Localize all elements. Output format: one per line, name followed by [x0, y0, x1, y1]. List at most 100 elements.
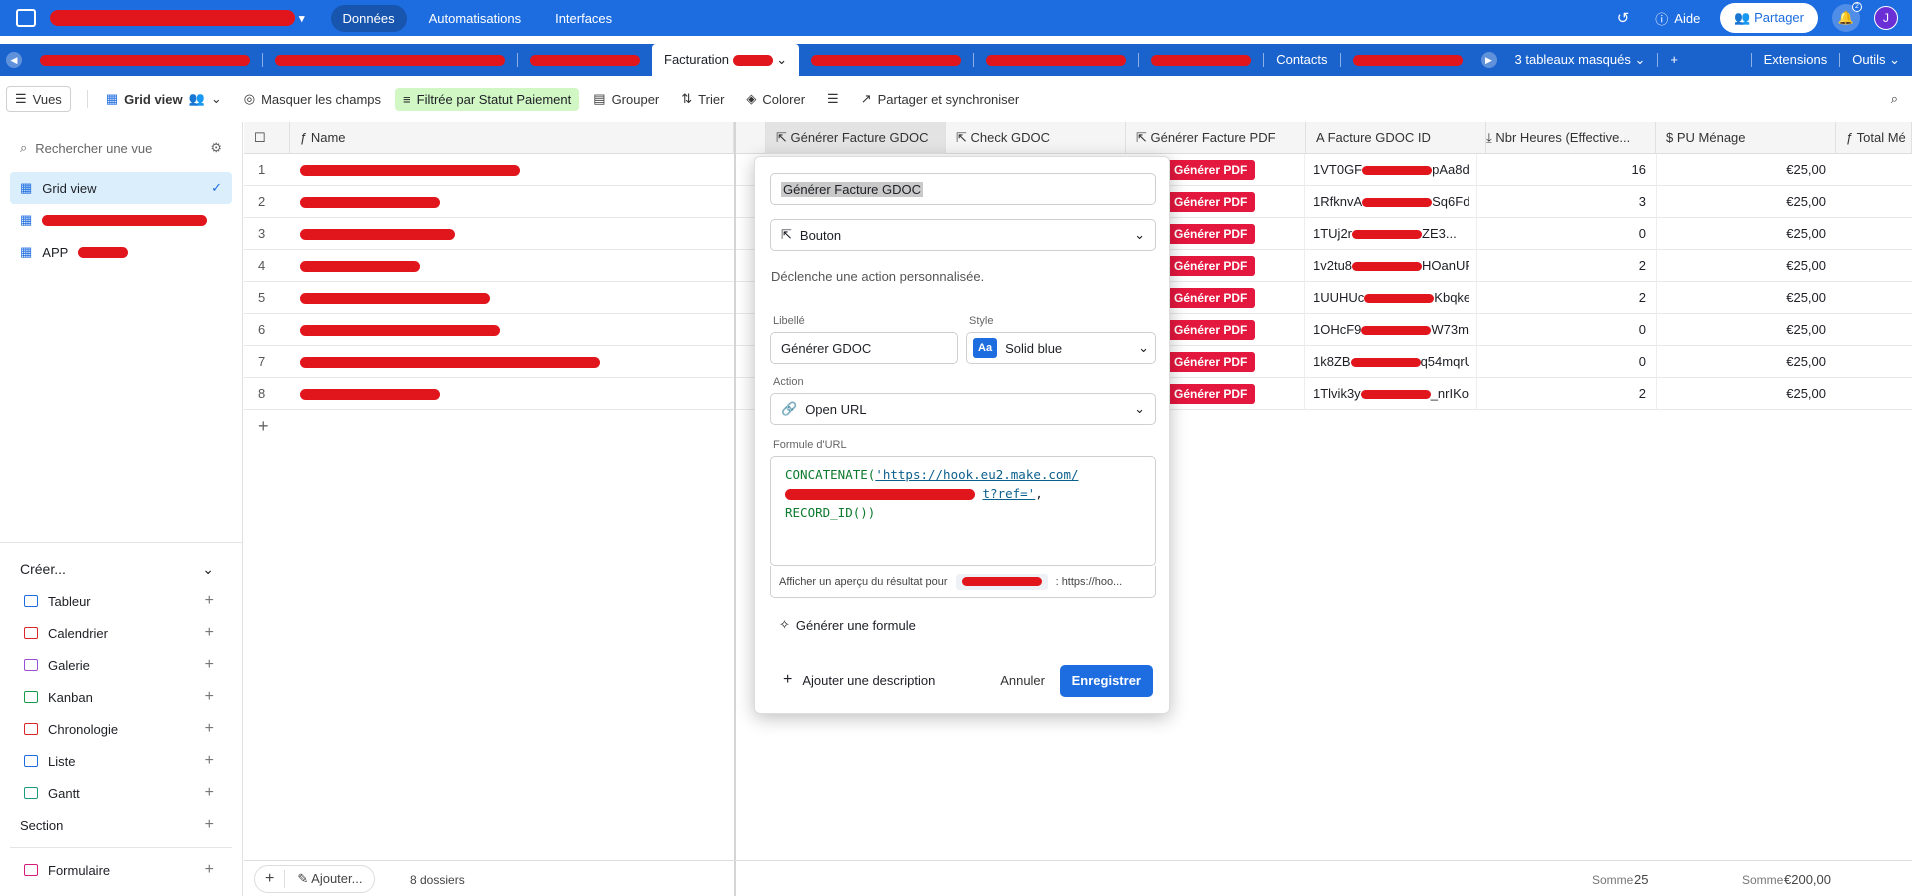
generate-pdf-button[interactable]: Générer PDF — [1166, 192, 1256, 212]
tabs-scroll-left-icon[interactable]: ◀ — [6, 52, 22, 68]
column-header-nbr-heures[interactable]: ⤓ Nbr Heures (Effective... — [1476, 122, 1656, 154]
name-cell[interactable] — [300, 346, 600, 378]
plus-icon[interactable]: + — [255, 870, 286, 888]
nbr-heures-cell[interactable]: 2 — [1476, 378, 1646, 410]
pu-menage-cell[interactable]: €25,00 — [1656, 282, 1826, 314]
pu-menage-cell[interactable]: €25,00 — [1656, 250, 1826, 282]
nbr-heures-cell[interactable]: 0 — [1476, 218, 1646, 250]
add-description-button[interactable]: + Ajouter une description — [783, 671, 935, 689]
facture-gdoc-id-cell[interactable]: 1TUj2r ZE3... — [1304, 218, 1469, 250]
hidden-tables-dropdown[interactable]: 3 tableaux masqués ⌄ — [1503, 44, 1658, 76]
sidebar-view-grid-view[interactable]: ▦ Grid view ✓ — [10, 172, 232, 204]
sort-button[interactable]: ⇅ Trier — [673, 87, 732, 111]
pu-menage-cell[interactable]: €25,00 — [1656, 218, 1826, 250]
create-kanban[interactable]: Kanban + — [0, 681, 242, 713]
search-icon[interactable]: ⌕ — [1891, 91, 1898, 107]
tabs-scroll-right-icon[interactable]: ▶ — [1480, 52, 1497, 68]
nbr-heures-cell[interactable]: 3 — [1476, 186, 1646, 218]
color-button[interactable]: ◈ Colorer — [738, 87, 813, 111]
column-header-total[interactable]: ƒ Total Mé — [1836, 122, 1912, 154]
name-cell[interactable] — [300, 378, 440, 410]
generate-pdf-button[interactable]: Générer PDF — [1166, 160, 1256, 180]
nbr-heures-cell[interactable]: 2 — [1476, 250, 1646, 282]
cancel-button[interactable]: Annuler — [1000, 665, 1045, 697]
generate-pdf-button[interactable]: Générer PDF — [1166, 384, 1256, 404]
notifications-button[interactable]: 🔔 2 — [1832, 2, 1862, 32]
nav-interfaces[interactable]: Interfaces — [543, 5, 624, 32]
gear-icon[interactable]: ⚙ — [210, 140, 222, 156]
nbr-heures-cell[interactable]: 0 — [1476, 314, 1646, 346]
name-cell[interactable] — [300, 282, 490, 314]
name-cell[interactable] — [300, 186, 440, 218]
tab-redacted-7[interactable] — [1341, 44, 1475, 76]
history-icon[interactable]: ↺ — [1617, 9, 1630, 27]
nbr-heures-cell[interactable]: 16 — [1476, 154, 1646, 186]
name-cell[interactable] — [300, 250, 420, 282]
generate-pdf-button[interactable]: Générer PDF — [1166, 224, 1256, 244]
column-header-generer-facture-pdf[interactable]: ⇱ Générer Facture PDF — [1126, 122, 1306, 154]
generate-pdf-button[interactable]: Générer PDF — [1166, 288, 1256, 308]
ai-add-button[interactable]: ✎ Ajouter... — [285, 871, 374, 887]
frozen-column-divider[interactable] — [734, 122, 736, 896]
button-label-input[interactable]: Générer GDOC — [770, 332, 958, 364]
name-cell[interactable] — [300, 314, 500, 346]
avatar[interactable]: J — [1874, 6, 1898, 30]
group-button[interactable]: ▤ Grouper — [585, 87, 667, 111]
tools-button[interactable]: Outils ⌄ — [1840, 44, 1912, 76]
create-gantt[interactable]: Gantt + — [0, 777, 242, 809]
extensions-button[interactable]: Extensions — [1752, 44, 1840, 76]
nbr-heures-cell[interactable]: 0 — [1476, 346, 1646, 378]
facture-gdoc-id-cell[interactable]: 1RfknvA Sq6FdfKH... — [1304, 186, 1469, 218]
column-header-facture-gdoc-id[interactable]: A Facture GDOC ID — [1306, 122, 1486, 154]
button-style-select[interactable]: Aa Solid blue ⌄ — [966, 332, 1156, 364]
current-view-button[interactable]: ▦ Grid view 👥 ⌄ — [98, 87, 230, 111]
field-name-input[interactable]: Générer Facture GDOC — [770, 173, 1156, 205]
facture-gdoc-id-cell[interactable]: 1v2tu8 HOanUPk... — [1304, 250, 1469, 282]
field-type-select[interactable]: ⇱ Bouton ⌄ — [770, 219, 1156, 251]
tab-redacted-6[interactable] — [1139, 44, 1263, 76]
tab-contacts[interactable]: Contacts — [1264, 44, 1339, 76]
base-name[interactable]: ▾ — [50, 10, 305, 26]
generate-pdf-button[interactable]: Générer PDF — [1166, 352, 1256, 372]
create-calendrier[interactable]: Calendrier + — [0, 617, 242, 649]
column-header-pu-menage[interactable]: $ PU Ménage — [1656, 122, 1836, 154]
column-header-check-gdoc[interactable]: ⇱ Check GDOC — [946, 122, 1126, 154]
create-galerie[interactable]: Galerie + — [0, 649, 242, 681]
pu-menage-cell[interactable]: €25,00 — [1656, 378, 1826, 410]
facture-gdoc-id-cell[interactable]: 1k8ZB q54mqrU... — [1304, 346, 1469, 378]
facture-gdoc-id-cell[interactable]: 1Tlvik3y _nrIKo4jA... — [1304, 378, 1469, 410]
generate-formula-button[interactable]: ✧ Générer une formule — [779, 617, 916, 633]
tab-redacted-5[interactable] — [974, 44, 1138, 76]
tab-redacted-4[interactable] — [799, 44, 973, 76]
views-toggle-button[interactable]: ☰ Vues — [6, 86, 71, 112]
create-header[interactable]: Créer... ⌄ — [0, 553, 242, 585]
generate-pdf-button[interactable]: Générer PDF — [1166, 320, 1256, 340]
pu-menage-cell[interactable]: €25,00 — [1656, 186, 1826, 218]
create-liste[interactable]: Liste + — [0, 745, 242, 777]
tab-redacted-1[interactable] — [28, 44, 262, 76]
tab-redacted-3[interactable] — [518, 44, 652, 76]
add-table-button[interactable]: + — [1658, 44, 1690, 76]
create-chronologie[interactable]: Chronologie + — [0, 713, 242, 745]
hide-fields-button[interactable]: ◎ Masquer les champs — [236, 87, 389, 111]
save-button[interactable]: Enregistrer — [1059, 665, 1153, 697]
action-select[interactable]: 🔗 Open URL ⌄ — [770, 393, 1156, 425]
create-tableur[interactable]: Tableur + — [0, 585, 242, 617]
tab-facturation[interactable]: Facturation ⌄ — [652, 44, 800, 76]
view-search-input[interactable]: Rechercher une vue — [35, 141, 152, 156]
pu-menage-cell[interactable]: €25,00 — [1656, 314, 1826, 346]
create-formulaire[interactable]: Formulaire + — [0, 854, 242, 886]
facture-gdoc-id-cell[interactable]: 1OHcF9 W73mJ2... — [1304, 314, 1469, 346]
preview-record-select[interactable] — [955, 573, 1048, 590]
facture-gdoc-id-cell[interactable]: 1VT0GF pAa8dF-... — [1304, 154, 1469, 186]
row-height-button[interactable]: ☰ — [819, 87, 847, 111]
column-header-generer-facture-gdoc[interactable]: ⇱ Générer Facture GDOC — [766, 122, 946, 154]
tab-redacted-2[interactable] — [263, 44, 517, 76]
pu-menage-cell[interactable]: €25,00 — [1656, 154, 1826, 186]
name-cell[interactable] — [300, 218, 455, 250]
pu-menage-cell[interactable]: €25,00 — [1656, 346, 1826, 378]
name-cell[interactable] — [300, 154, 520, 186]
help-button[interactable]: ⓘ Aide — [1655, 9, 1700, 28]
share-sync-button[interactable]: ↗ Partager et synchroniser — [853, 87, 1028, 111]
nav-donnees[interactable]: Données — [330, 4, 407, 32]
